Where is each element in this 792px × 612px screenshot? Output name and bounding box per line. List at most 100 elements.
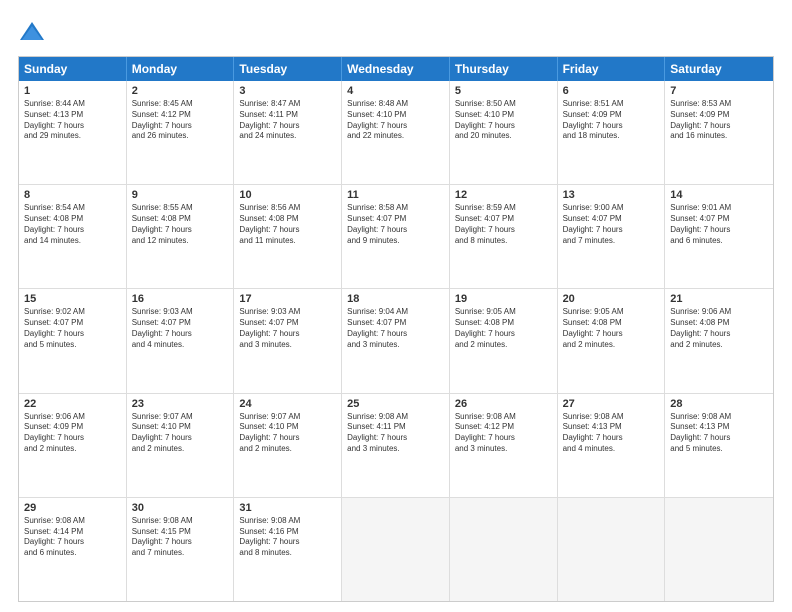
day-info: Sunrise: 8:45 AM Sunset: 4:12 PM Dayligh… <box>132 99 229 142</box>
day-info: Sunrise: 9:06 AM Sunset: 4:08 PM Dayligh… <box>670 307 768 350</box>
day-number: 4 <box>347 85 444 97</box>
calendar-cell: 7Sunrise: 8:53 AM Sunset: 4:09 PM Daylig… <box>665 81 773 184</box>
day-number: 20 <box>563 293 660 305</box>
day-info: Sunrise: 9:07 AM Sunset: 4:10 PM Dayligh… <box>132 412 229 455</box>
calendar-cell: 10 Sunrise: 8:56 AM Sunset: 4:08 PM Dayli… <box>234 185 342 288</box>
day-number: 24 <box>239 398 336 410</box>
header-day-friday: Friday <box>558 57 666 81</box>
day-info: Sunrise: 8:44 AM Sunset: 4:13 PM Dayligh… <box>24 99 121 142</box>
day-number: 9 <box>132 189 229 201</box>
calendar-cell: 12 Sunrise: 8:59 AM Sunset: 4:07 PM Dayli… <box>450 185 558 288</box>
day-number: 18 <box>347 293 444 305</box>
header-day-sunday: Sunday <box>19 57 127 81</box>
day-number: 16 <box>132 293 229 305</box>
day-number: 12 <box>455 189 552 201</box>
day-number: 30 <box>132 502 229 514</box>
calendar-cell: 24 Sunrise: 9:07 AM Sunset: 4:10 PM Dayli… <box>234 394 342 497</box>
calendar-cell: 19 Sunrise: 9:05 AM Sunset: 4:08 PM Dayli… <box>450 289 558 392</box>
calendar-row-3: 15Sunrise: 9:02 AM Sunset: 4:07 PM Dayli… <box>19 289 773 393</box>
logo-icon <box>18 18 46 46</box>
day-number: 10 <box>239 189 336 201</box>
day-info: Sunrise: 9:08 AM Sunset: 4:15 PM Dayligh… <box>132 516 229 559</box>
day-number: 17 <box>239 293 336 305</box>
day-number: 25 <box>347 398 444 410</box>
day-info: Sunrise: 9:01 AM Sunset: 4:07 PM Dayligh… <box>670 203 768 246</box>
calendar-cell: 6 Sunrise: 8:51 AM Sunset: 4:09 PM Daylig… <box>558 81 666 184</box>
calendar-row-4: 22 Sunrise: 9:06 AM Sunset: 4:09 PM Dayli… <box>19 394 773 498</box>
calendar-cell: 31 Sunrise: 9:08 AM Sunset: 4:16 PM Dayli… <box>234 498 342 601</box>
day-number: 1 <box>24 85 121 97</box>
calendar: SundayMondayTuesdayWednesdayThursdayFrid… <box>18 56 774 602</box>
day-info: Sunrise: 8:47 AM Sunset: 4:11 PM Dayligh… <box>239 99 336 142</box>
calendar-body: 1 Sunrise: 8:44 AM Sunset: 4:13 PM Daylig… <box>19 81 773 601</box>
day-info: Sunrise: 9:08 AM Sunset: 4:12 PM Dayligh… <box>455 412 552 455</box>
calendar-cell: 17 Sunrise: 9:03 AM Sunset: 4:07 PM Dayli… <box>234 289 342 392</box>
calendar-header: SundayMondayTuesdayWednesdayThursdayFrid… <box>19 57 773 81</box>
calendar-cell: 3 Sunrise: 8:47 AM Sunset: 4:11 PM Daylig… <box>234 81 342 184</box>
calendar-cell: 28 Sunrise: 9:08 AM Sunset: 4:13 PM Dayli… <box>665 394 773 497</box>
day-number: 15 <box>24 293 121 305</box>
calendar-cell: 27Sunrise: 9:08 AM Sunset: 4:13 PM Dayli… <box>558 394 666 497</box>
header-day-saturday: Saturday <box>665 57 773 81</box>
day-number: 13 <box>563 189 660 201</box>
calendar-cell: 22 Sunrise: 9:06 AM Sunset: 4:09 PM Dayli… <box>19 394 127 497</box>
calendar-cell: 25 Sunrise: 9:08 AM Sunset: 4:11 PM Dayli… <box>342 394 450 497</box>
header <box>18 18 774 46</box>
day-info: Sunrise: 9:03 AM Sunset: 4:07 PM Dayligh… <box>132 307 229 350</box>
day-info: Sunrise: 9:04 AM Sunset: 4:07 PM Dayligh… <box>347 307 444 350</box>
day-info: Sunrise: 8:53 AM Sunset: 4:09 PM Dayligh… <box>670 99 768 142</box>
day-number: 22 <box>24 398 121 410</box>
calendar-cell: 18 Sunrise: 9:04 AM Sunset: 4:07 PM Dayli… <box>342 289 450 392</box>
day-info: Sunrise: 9:08 AM Sunset: 4:16 PM Dayligh… <box>239 516 336 559</box>
calendar-row-5: 29Sunrise: 9:08 AM Sunset: 4:14 PM Dayli… <box>19 498 773 601</box>
day-number: 14 <box>670 189 768 201</box>
day-info: Sunrise: 8:56 AM Sunset: 4:08 PM Dayligh… <box>239 203 336 246</box>
calendar-cell: 16 Sunrise: 9:03 AM Sunset: 4:07 PM Dayli… <box>127 289 235 392</box>
day-info: Sunrise: 9:08 AM Sunset: 4:13 PM Dayligh… <box>670 412 768 455</box>
calendar-cell: 14 Sunrise: 9:01 AM Sunset: 4:07 PM Dayli… <box>665 185 773 288</box>
day-info: Sunrise: 8:55 AM Sunset: 4:08 PM Dayligh… <box>132 203 229 246</box>
day-info: Sunrise: 9:03 AM Sunset: 4:07 PM Dayligh… <box>239 307 336 350</box>
calendar-cell: 15Sunrise: 9:02 AM Sunset: 4:07 PM Dayli… <box>19 289 127 392</box>
day-info: Sunrise: 9:08 AM Sunset: 4:14 PM Dayligh… <box>24 516 121 559</box>
calendar-cell: 29Sunrise: 9:08 AM Sunset: 4:14 PM Dayli… <box>19 498 127 601</box>
page: SundayMondayTuesdayWednesdayThursdayFrid… <box>0 0 792 612</box>
day-info: Sunrise: 9:06 AM Sunset: 4:09 PM Dayligh… <box>24 412 121 455</box>
day-info: Sunrise: 8:58 AM Sunset: 4:07 PM Dayligh… <box>347 203 444 246</box>
day-number: 8 <box>24 189 121 201</box>
day-number: 21 <box>670 293 768 305</box>
header-day-tuesday: Tuesday <box>234 57 342 81</box>
day-info: Sunrise: 8:54 AM Sunset: 4:08 PM Dayligh… <box>24 203 121 246</box>
day-info: Sunrise: 9:05 AM Sunset: 4:08 PM Dayligh… <box>563 307 660 350</box>
calendar-row-1: 1 Sunrise: 8:44 AM Sunset: 4:13 PM Daylig… <box>19 81 773 185</box>
day-info: Sunrise: 8:48 AM Sunset: 4:10 PM Dayligh… <box>347 99 444 142</box>
calendar-cell: 5Sunrise: 8:50 AM Sunset: 4:10 PM Daylig… <box>450 81 558 184</box>
day-info: Sunrise: 9:00 AM Sunset: 4:07 PM Dayligh… <box>563 203 660 246</box>
day-number: 23 <box>132 398 229 410</box>
day-info: Sunrise: 8:51 AM Sunset: 4:09 PM Dayligh… <box>563 99 660 142</box>
day-number: 3 <box>239 85 336 97</box>
calendar-cell <box>665 498 773 601</box>
calendar-cell: 21 Sunrise: 9:06 AM Sunset: 4:08 PM Dayli… <box>665 289 773 392</box>
calendar-cell: 13 Sunrise: 9:00 AM Sunset: 4:07 PM Dayli… <box>558 185 666 288</box>
day-number: 28 <box>670 398 768 410</box>
day-number: 31 <box>239 502 336 514</box>
calendar-cell: 23 Sunrise: 9:07 AM Sunset: 4:10 PM Dayli… <box>127 394 235 497</box>
day-number: 19 <box>455 293 552 305</box>
day-number: 27 <box>563 398 660 410</box>
header-day-wednesday: Wednesday <box>342 57 450 81</box>
day-number: 2 <box>132 85 229 97</box>
calendar-cell: 8 Sunrise: 8:54 AM Sunset: 4:08 PM Daylig… <box>19 185 127 288</box>
day-info: Sunrise: 9:08 AM Sunset: 4:11 PM Dayligh… <box>347 412 444 455</box>
calendar-cell: 30 Sunrise: 9:08 AM Sunset: 4:15 PM Dayli… <box>127 498 235 601</box>
calendar-cell: 4 Sunrise: 8:48 AM Sunset: 4:10 PM Daylig… <box>342 81 450 184</box>
day-info: Sunrise: 9:07 AM Sunset: 4:10 PM Dayligh… <box>239 412 336 455</box>
day-info: Sunrise: 8:59 AM Sunset: 4:07 PM Dayligh… <box>455 203 552 246</box>
calendar-cell: 26Sunrise: 9:08 AM Sunset: 4:12 PM Dayli… <box>450 394 558 497</box>
day-number: 6 <box>563 85 660 97</box>
calendar-cell <box>558 498 666 601</box>
calendar-cell: 1 Sunrise: 8:44 AM Sunset: 4:13 PM Daylig… <box>19 81 127 184</box>
day-info: Sunrise: 9:05 AM Sunset: 4:08 PM Dayligh… <box>455 307 552 350</box>
calendar-cell <box>342 498 450 601</box>
calendar-row-2: 8 Sunrise: 8:54 AM Sunset: 4:08 PM Daylig… <box>19 185 773 289</box>
